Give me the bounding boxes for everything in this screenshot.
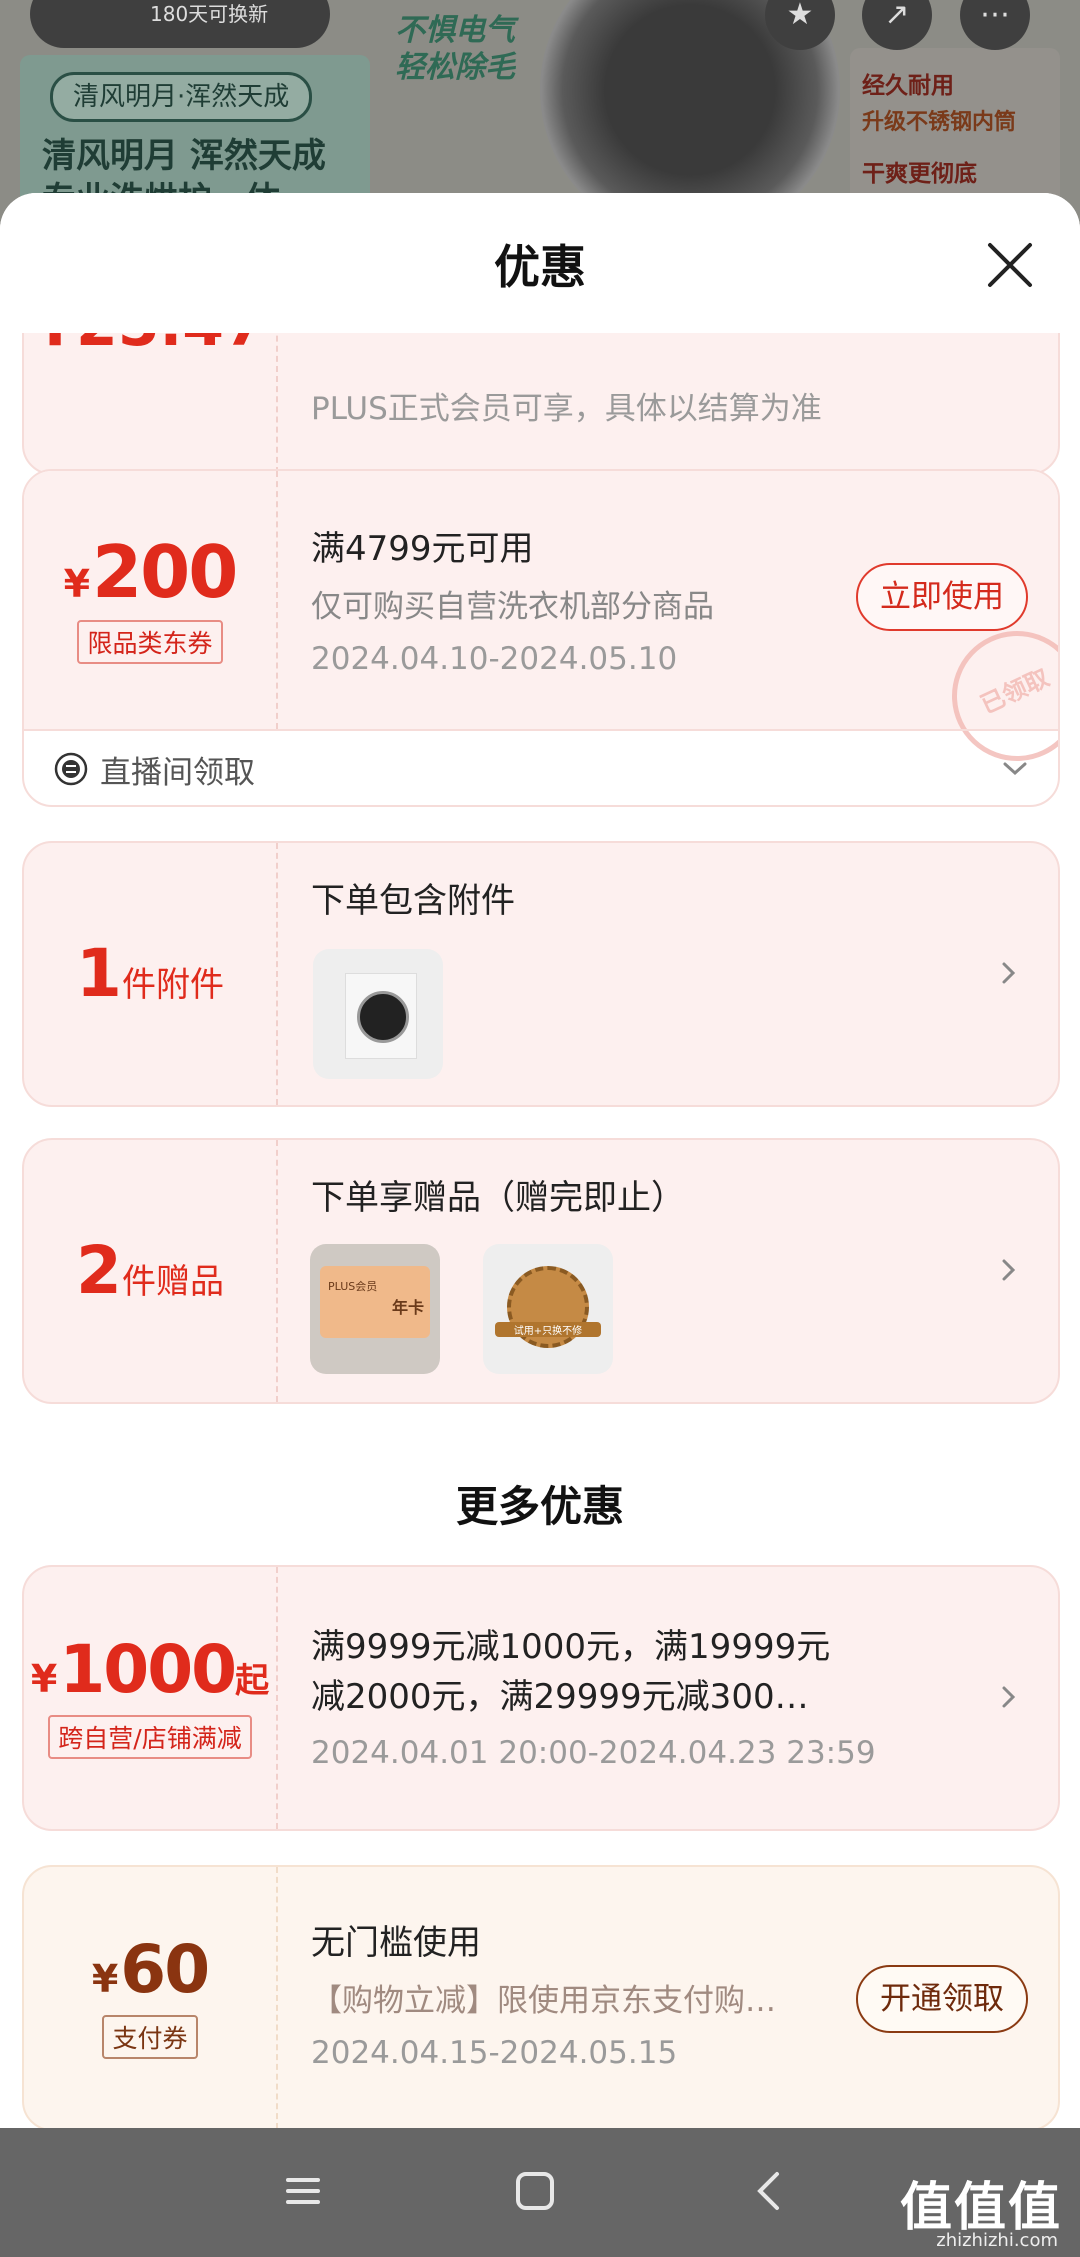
reduction-rule-line-2: 减2000元，满29999元减300… <box>311 1677 809 1717</box>
banner-feature-3: 干爽更彻底 <box>862 161 977 187</box>
coupon-type-tag: 限品类东券 <box>77 620 223 664</box>
card-divider <box>276 471 278 729</box>
close-icon[interactable] <box>982 237 1038 293</box>
currency-symbol: ¥ <box>30 1657 58 1701</box>
chevron-right-icon[interactable] <box>996 1685 1020 1709</box>
plus-price-card: ¥25.47 PLUS正式会员可享，具体以结算为准 <box>22 333 1060 475</box>
banner-slogan-pill: 清风明月·浑然天成 <box>50 72 313 122</box>
warranty-badge-text: 试用+只换不修 <box>495 1322 601 1337</box>
plus-amount: ¥25.47 <box>24 333 276 473</box>
card-divider <box>276 1140 278 1402</box>
accessory-thumbnail[interactable] <box>313 949 443 1079</box>
reduction-amount-area: ¥1000起 跨自营/店铺满减 <box>24 1567 276 1829</box>
coupon-amount-value: 200 <box>92 530 238 614</box>
accessory-unit: 件附件 <box>121 965 224 1005</box>
sheet-title: 优惠 <box>494 240 586 294</box>
banner-green-text-2: 轻松除毛 <box>395 50 515 85</box>
gift-title: 下单享赠品（赠完即止） <box>311 1178 685 1218</box>
gift-count-area: 2 件赠品 <box>24 1140 276 1402</box>
payment-coupon-title: 无门槛使用 <box>311 1923 481 1963</box>
recent-apps-icon[interactable] <box>278 2166 328 2216</box>
coupon-validity: 2024.04.10-2024.05.10 <box>311 641 678 677</box>
accessory-title: 下单包含附件 <box>311 881 515 921</box>
watermark-domain: zhizhizhi.com <box>936 2230 1058 2251</box>
plus-amount-text: ¥25.47 <box>34 333 266 355</box>
coupon-source-text: 直播间领取 <box>100 754 255 791</box>
card-divider <box>276 1867 278 2128</box>
live-room-icon <box>54 752 88 786</box>
home-icon[interactable] <box>510 2166 560 2216</box>
gift-count: 2 <box>76 1232 122 1309</box>
payment-coupon-desc: 【购物立减】限使用京东支付购… <box>311 1983 776 2019</box>
banner-title: 清风明月 浑然天成 <box>42 136 326 176</box>
payment-coupon-validity: 2024.04.15-2024.05.15 <box>311 2035 678 2071</box>
plus-card-sub: PLUS会员 <box>328 1280 378 1293</box>
share-icon[interactable]: ↗ <box>862 0 932 50</box>
currency-symbol: ¥ <box>91 1957 119 2001</box>
payment-type-tag: 支付券 <box>102 2015 198 2059</box>
more-icon[interactable]: ⋯ <box>960 0 1030 50</box>
back-icon[interactable] <box>745 2166 795 2216</box>
accessory-count: 1 <box>76 935 122 1012</box>
chevron-right-icon[interactable] <box>996 961 1020 985</box>
card-divider <box>276 843 278 1105</box>
plus-card-subtitle: PLUS正式会员可享，具体以结算为准 <box>311 391 822 427</box>
watermark-logo: 值值值 <box>899 2178 1062 2238</box>
chevron-right-icon[interactable] <box>996 1258 1020 1282</box>
reduction-validity: 2024.04.01 20:00-2024.04.23 23:59 <box>311 1735 876 1771</box>
activate-claim-button[interactable]: 开通领取 <box>856 1965 1028 2033</box>
banner-feature-1: 经久耐用 <box>862 73 954 99</box>
warranty-gift-thumbnail[interactable]: 试用+只换不修 <box>483 1244 613 1374</box>
card-divider <box>276 1567 278 1829</box>
plus-card-label: 年卡 <box>391 1298 424 1317</box>
discount-list[interactable]: ¥25.47 PLUS正式会员可享，具体以结算为准 ¥200 限品类东券 满47… <box>0 333 1080 2128</box>
sheet-header: 优惠 <box>0 193 1080 333</box>
full-reduction-card[interactable]: ¥1000起 跨自营/店铺满减 满9999元减1000元，满19999元 减20… <box>22 1565 1060 1831</box>
card-divider <box>276 333 278 473</box>
washer-thumb-door <box>357 991 409 1043</box>
accessory-count-area: 1 件附件 <box>24 843 276 1105</box>
payment-amount-area: ¥60 支付券 <box>24 1867 276 2128</box>
payment-amount: 60 <box>120 1931 210 2008</box>
reduction-type-tag: 跨自营/店铺满减 <box>48 1715 252 1759</box>
discount-sheet: 优惠 ¥25.47 PLUS正式会员可享，具体以结算为准 ¥200 限品类东券 <box>0 193 1080 2128</box>
reduction-rule-line-1: 满9999元减1000元，满19999元 <box>311 1627 831 1667</box>
back-pill[interactable]: 180天可换新 <box>30 0 330 48</box>
chevron-down-icon[interactable] <box>1002 759 1028 779</box>
payment-coupon-card: ¥60 支付券 无门槛使用 【购物立减】限使用京东支付购… 2024.04.15… <box>22 1865 1060 2128</box>
gift-card[interactable]: 2 件赠品 下单享赠品（赠完即止） PLUS会员 年卡 试用+只换不修 <box>22 1138 1060 1404</box>
coupon-amount: ¥200 限品类东券 <box>24 471 276 729</box>
use-now-button[interactable]: 立即使用 <box>856 563 1028 631</box>
coupon-scope: 仅可购买自营洗衣机部分商品 <box>311 589 714 625</box>
currency-symbol: ¥ <box>63 562 91 606</box>
coupon-source-row[interactable]: 直播间领取 <box>54 745 255 793</box>
accessory-card[interactable]: 1 件附件 下单包含附件 <box>22 841 1060 1107</box>
more-discounts-title: 更多优惠 <box>455 1482 624 1531</box>
coupon-condition: 满4799元可用 <box>311 529 534 569</box>
reduction-suffix: 起 <box>235 1661 270 1701</box>
plus-card-gift-thumbnail[interactable]: PLUS会员 年卡 <box>310 1244 440 1374</box>
coupon-card-200: ¥200 限品类东券 满4799元可用 仅可购买自营洗衣机部分商品 2024.0… <box>22 469 1060 807</box>
back-pill-text: 180天可换新 <box>150 2 269 26</box>
gift-unit: 件赠品 <box>121 1262 224 1302</box>
card-separator <box>24 729 1058 731</box>
banner-feature-2: 升级不锈钢内筒 <box>862 110 1017 135</box>
reduction-amount: 1000 <box>59 1631 237 1708</box>
plus-year-card-image: PLUS会员 年卡 <box>320 1266 430 1338</box>
